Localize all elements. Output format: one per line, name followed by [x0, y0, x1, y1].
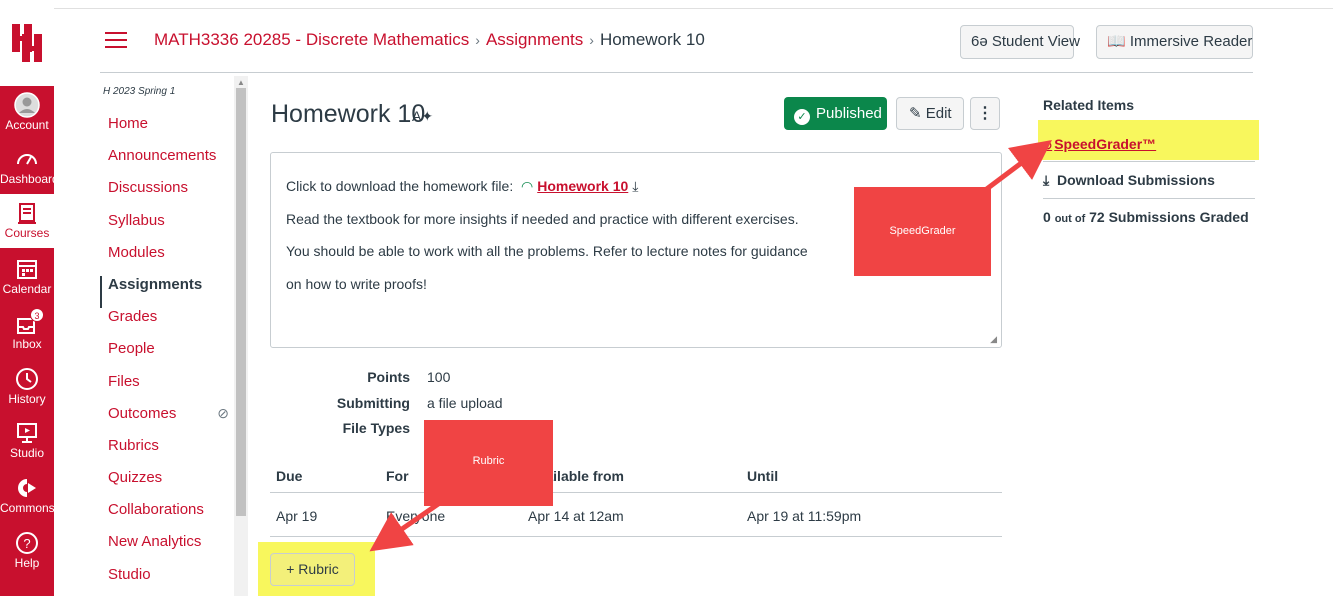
- speedgrader-callout: SpeedGrader: [854, 187, 991, 276]
- rubric-callout: Rubric: [424, 420, 553, 506]
- annotation-arrows: [369, 140, 1052, 552]
